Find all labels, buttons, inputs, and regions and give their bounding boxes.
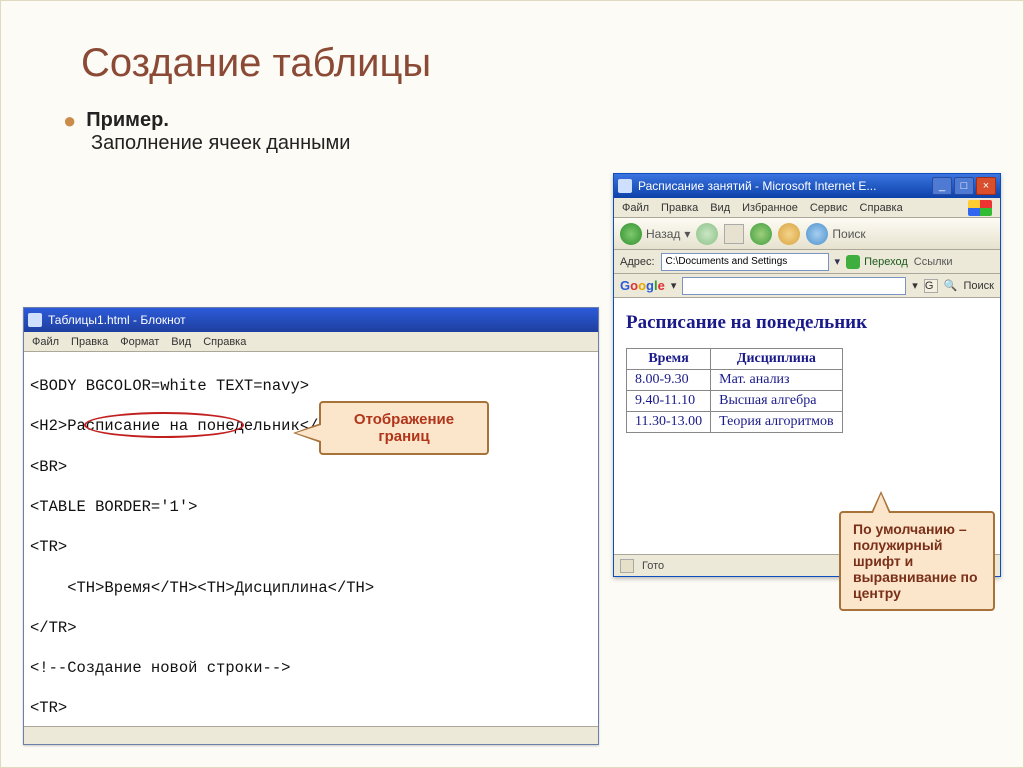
code-line: <BODY BGCOLOR=white TEXT=navy> xyxy=(30,376,592,396)
ie-menu-view[interactable]: Вид xyxy=(710,202,730,214)
slide: Создание таблицы Пример. Заполнение ячее… xyxy=(0,0,1024,768)
chevron-down-icon[interactable]: ▾ xyxy=(912,279,918,292)
menu-format[interactable]: Формат xyxy=(120,336,159,348)
callout-border-text: Отображение границ xyxy=(354,411,454,445)
address-bar: Адрес: ▾ Переход Ссылки xyxy=(614,250,1000,274)
schedule-table: Время Дисциплина 8.00-9.30Мат. анализ 9.… xyxy=(626,348,843,433)
ie-menu-help[interactable]: Справка xyxy=(860,202,903,214)
chevron-down-icon[interactable]: ▾ xyxy=(671,279,677,292)
home-button[interactable] xyxy=(778,223,800,245)
g-search-label: Поиск xyxy=(964,280,994,292)
minimize-button[interactable]: _ xyxy=(932,177,952,195)
notepad-icon xyxy=(28,313,42,327)
back-label: Назад xyxy=(646,227,680,241)
callout-tail-icon xyxy=(871,491,891,513)
notepad-titlebar[interactable]: Таблицы1.html - Блокнот xyxy=(24,308,598,332)
code-line: <TABLE BORDER='1'> xyxy=(30,497,592,517)
menu-edit[interactable]: Правка xyxy=(71,336,108,348)
addr-label: Адрес: xyxy=(620,256,655,268)
table-row: Время Дисциплина xyxy=(627,349,843,370)
th-disc: Дисциплина xyxy=(711,349,842,370)
back-arrow-icon xyxy=(620,223,642,245)
maximize-button[interactable]: □ xyxy=(954,177,974,195)
callout-tail-icon xyxy=(293,423,321,443)
ie-menu-edit[interactable]: Правка xyxy=(661,202,698,214)
callout-th-note: По умолчанию – полужирный шрифт и выравн… xyxy=(839,511,995,611)
code-line: <BR> xyxy=(30,457,592,477)
table-row: 9.40-11.10Высшая алгебра xyxy=(627,391,843,412)
links-label[interactable]: Ссылки xyxy=(914,256,953,268)
ie-menu-svc[interactable]: Сервис xyxy=(810,202,848,214)
ie-menu-file[interactable]: Файл xyxy=(622,202,649,214)
slide-title: Создание таблицы xyxy=(81,41,973,86)
th-time: Время xyxy=(627,349,711,370)
ie-menu[interactable]: Файл Правка Вид Избранное Сервис Справка xyxy=(614,198,1000,218)
refresh-button[interactable] xyxy=(750,223,772,245)
status-ready: Гото xyxy=(642,560,664,572)
code-line: </TR> xyxy=(30,618,592,638)
notepad-window: Таблицы1.html - Блокнот Файл Правка Форм… xyxy=(23,307,599,745)
callout-th-note-text: По умолчанию – полужирный шрифт и выравн… xyxy=(853,521,978,601)
addr-input[interactable] xyxy=(661,253,829,271)
notepad-title: Таблицы1.html - Блокнот xyxy=(48,313,186,327)
example-label: Пример. xyxy=(91,106,973,132)
table-row: 11.30-13.00Теория алгоритмов xyxy=(627,412,843,433)
ie-toolbar: Назад ▾ Поиск xyxy=(614,218,1000,250)
callout-border: Отображение границ xyxy=(319,401,489,455)
menu-view[interactable]: Вид xyxy=(171,336,191,348)
menu-file[interactable]: Файл xyxy=(32,336,59,348)
g-search-icon[interactable]: 🔍 xyxy=(944,279,958,292)
intro-block: Пример. Заполнение ячеек данными xyxy=(91,106,973,155)
code-line: <!--Создание новой строки--> xyxy=(30,658,592,678)
example-text: Заполнение ячеек данными xyxy=(91,132,973,155)
go-button[interactable]: Переход xyxy=(846,255,908,269)
status-page-icon xyxy=(620,559,634,573)
notepad-menu[interactable]: Файл Правка Формат Вид Справка xyxy=(24,332,598,352)
code-line: <TR> xyxy=(30,698,592,718)
google-logo[interactable]: Google xyxy=(620,278,665,293)
close-button[interactable]: × xyxy=(976,177,996,195)
page-heading: Расписание на понедельник xyxy=(626,312,988,334)
window-buttons: _ □ × xyxy=(932,177,996,195)
code-line: <TR> xyxy=(30,537,592,557)
search-icon xyxy=(806,223,828,245)
google-toolbar: Google ▾ ▾ G 🔍 Поиск xyxy=(614,274,1000,298)
go-label: Переход xyxy=(864,256,908,268)
highlight-oval xyxy=(84,412,244,438)
stop-button[interactable] xyxy=(724,224,744,244)
ie-titlebar[interactable]: Расписание занятий - Microsoft Internet … xyxy=(614,174,1000,198)
code-line: <TH>Время</TH><TH>Дисциплина</TH> xyxy=(30,578,592,598)
notepad-scrollbar-h[interactable] xyxy=(24,726,598,744)
go-icon xyxy=(846,255,860,269)
google-search-input[interactable] xyxy=(682,277,906,295)
table-row: 8.00-9.30Мат. анализ xyxy=(627,370,843,391)
ie-icon xyxy=(618,179,632,193)
addr-dropdown-icon[interactable]: ▾ xyxy=(835,255,841,268)
search-button[interactable]: Поиск xyxy=(806,223,865,245)
menu-help[interactable]: Справка xyxy=(203,336,246,348)
search-label: Поиск xyxy=(832,227,865,241)
windows-flag-icon xyxy=(968,200,992,216)
forward-button[interactable] xyxy=(696,223,718,245)
g-button-1[interactable]: G xyxy=(924,279,938,293)
notepad-body[interactable]: <BODY BGCOLOR=white TEXT=navy> <H2>Распи… xyxy=(24,352,598,726)
back-button[interactable]: Назад ▾ xyxy=(620,223,690,245)
ie-title: Расписание занятий - Microsoft Internet … xyxy=(638,179,876,193)
chevron-down-icon: ▾ xyxy=(684,227,690,241)
ie-menu-fav[interactable]: Избранное xyxy=(742,202,798,214)
